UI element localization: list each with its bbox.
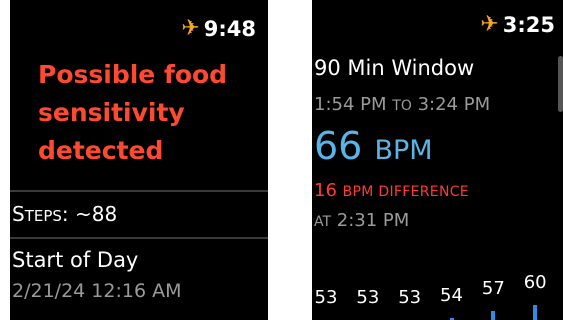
status-bar: ✈ 9:48 bbox=[181, 18, 256, 40]
divider bbox=[10, 190, 268, 192]
steps-row[interactable]: STEPS: ~88 bbox=[12, 202, 117, 226]
watch-screen-right: ✈ 3:25 90 Min Window 1:54 PM TO 3:24 PM … bbox=[312, 0, 563, 320]
bar-label: 54 bbox=[440, 285, 463, 306]
bpm-unit: BPM bbox=[374, 135, 433, 166]
scroll-indicator[interactable] bbox=[558, 56, 563, 112]
bar-column: 57 bbox=[475, 278, 511, 320]
at-time: 2:31 PM bbox=[336, 210, 410, 231]
bar-label: 57 bbox=[481, 278, 505, 299]
steps-label-initial: S bbox=[12, 202, 25, 226]
food-sensitivity-alert: Possible food sensitivity detected bbox=[38, 56, 258, 170]
status-time: 9:48 bbox=[203, 16, 256, 41]
watch-screen-left: ✈ 9:48 Possible food sensitivity detecte… bbox=[10, 0, 268, 320]
alert-line: sensitivity bbox=[38, 98, 185, 127]
alert-line: detected bbox=[38, 136, 164, 165]
steps-value: : ~88 bbox=[61, 202, 118, 226]
bar-column: 53 bbox=[312, 287, 344, 320]
alert-line: Possible food bbox=[38, 60, 228, 89]
range-end: 3:24 PM bbox=[417, 94, 491, 115]
bar-label: 53 bbox=[398, 287, 422, 308]
steps-label: TEPS bbox=[24, 207, 62, 225]
bar-label: 53 bbox=[356, 287, 380, 308]
heart-rate-bar bbox=[491, 311, 496, 320]
airplane-icon: ✈ bbox=[480, 12, 499, 37]
range-start: 1:54 PM bbox=[314, 94, 387, 115]
bar-column: 60 bbox=[517, 272, 553, 320]
bpm-difference: 16 BPM DIFFERENCE bbox=[314, 180, 469, 201]
status-time: 3:25 bbox=[502, 12, 555, 37]
start-of-day-label: Start of Day bbox=[12, 248, 139, 272]
heart-rate-bar bbox=[533, 305, 538, 320]
at-label: AT bbox=[314, 214, 332, 230]
bpm-value: 66 bbox=[314, 124, 363, 168]
bar-column: 53 bbox=[350, 287, 386, 320]
bar-column: 54 bbox=[434, 285, 470, 320]
diff-label: BPM DIFFERENCE bbox=[342, 184, 469, 200]
diff-value: 16 bbox=[314, 180, 337, 201]
heart-rate-value: 66 BPM bbox=[314, 124, 433, 168]
heart-rate-bars: 53 53 53 54 57 60 bbox=[312, 258, 563, 320]
bar-column: 53 bbox=[392, 287, 428, 320]
window-title: 90 Min Window bbox=[314, 56, 475, 80]
difference-time: AT 2:31 PM bbox=[314, 210, 409, 231]
bar-label: 53 bbox=[314, 287, 338, 308]
bar-label: 60 bbox=[523, 272, 547, 293]
airplane-icon: ✈ bbox=[181, 16, 200, 41]
time-range: 1:54 PM TO 3:24 PM bbox=[314, 94, 490, 115]
divider bbox=[10, 237, 268, 239]
start-of-day-date: 2/21/24 12:16 AM bbox=[12, 280, 182, 302]
range-to: TO bbox=[392, 98, 412, 114]
status-bar: ✈ 3:25 bbox=[480, 14, 555, 36]
